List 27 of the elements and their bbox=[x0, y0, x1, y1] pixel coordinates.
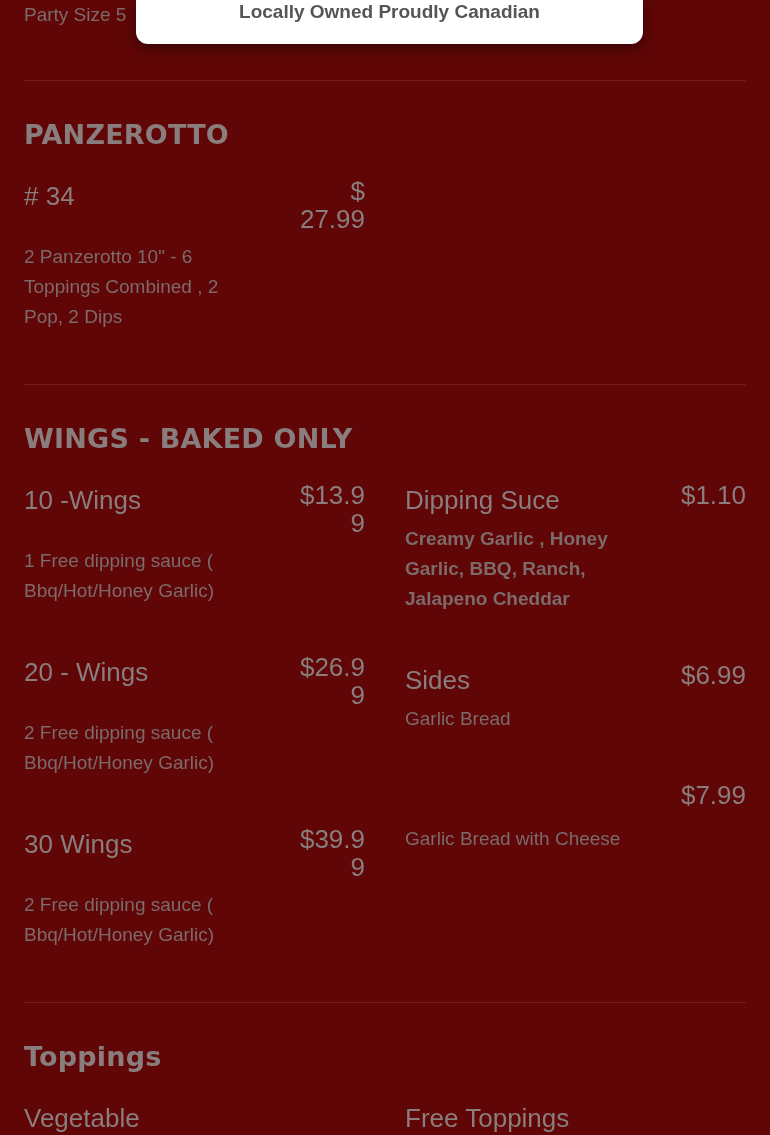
item-description: 2 Free dipping sauce ( Bbq/Hot/Honey Garlic) bbox=[24, 893, 216, 947]
item-name: 10 -Wings bbox=[24, 484, 142, 515]
section-title: PANZEROTTO bbox=[24, 118, 229, 152]
section-title: WINGS - BAKED ONLY bbox=[24, 422, 353, 456]
item-name: Vegetable bbox=[24, 1102, 140, 1133]
intro-text: Party Size 5 bbox=[24, 3, 127, 27]
item-price: $1.10 bbox=[679, 481, 746, 509]
section-title: Toppings bbox=[24, 1040, 162, 1074]
item-name: Sides bbox=[405, 664, 471, 695]
item-description: Garlic Bread with Cheese bbox=[405, 827, 622, 851]
item-price: $ 27.99 bbox=[298, 177, 365, 233]
item-price: $26.99 bbox=[298, 653, 365, 709]
banner-text: Locally Owned Proudly Canadian bbox=[239, 0, 540, 24]
item-name: 20 - Wings bbox=[24, 656, 149, 687]
item-price: $6.99 bbox=[679, 661, 746, 689]
item-name: 30 Wings bbox=[24, 828, 133, 859]
item-description: 2 Free dipping sauce ( Bbq/Hot/Honey Garlic) bbox=[24, 721, 216, 775]
item-description: 1 Free dipping sauce ( Bbq/Hot/Honey Garlic) bbox=[24, 549, 216, 603]
item-description: 2 Panzerotto 10" - 6 Toppings Combined , 2 Pop, 2 Dips bbox=[24, 245, 220, 329]
item-name: Free Toppings bbox=[405, 1102, 570, 1133]
item-name: # 34 bbox=[24, 180, 75, 211]
item-price: $39.99 bbox=[298, 825, 365, 881]
item-description: Creamy Garlic , Honey Garlic, BBQ, Ranch, Jalapeno Cheddar bbox=[405, 527, 609, 611]
item-description: Garlic Bread bbox=[405, 707, 512, 731]
item-price: $7.99 bbox=[679, 781, 746, 809]
item-name: Dipping Suce bbox=[405, 484, 560, 515]
item-price: $13.99 bbox=[298, 481, 365, 537]
